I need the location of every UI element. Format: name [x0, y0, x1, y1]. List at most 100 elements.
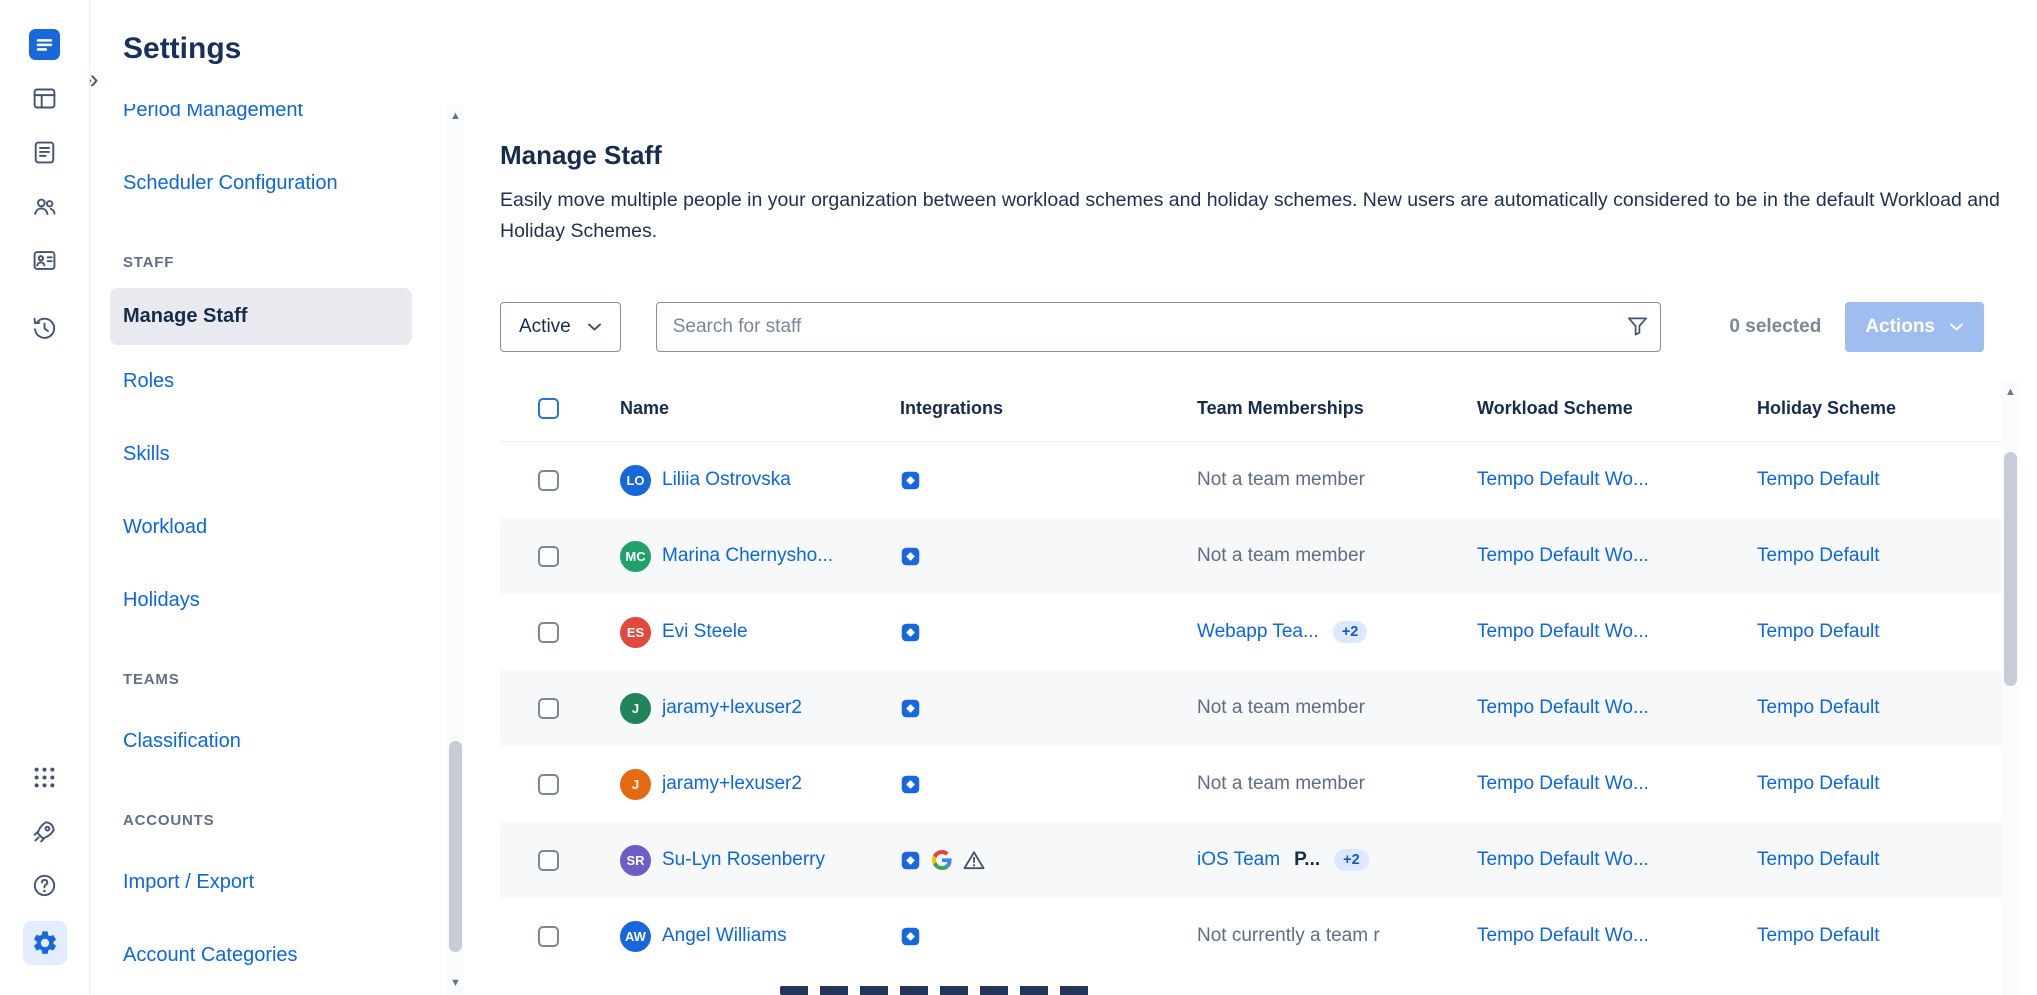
sidebar-item-skills[interactable]: Skills — [90, 418, 466, 491]
holiday-scheme-link[interactable]: Tempo Default — [1757, 469, 1880, 491]
row-checkbox[interactable] — [538, 698, 559, 719]
people-icon[interactable] — [27, 188, 63, 224]
scroll-up-icon[interactable]: ▲ — [2002, 386, 2019, 398]
row-checkbox[interactable] — [538, 774, 559, 795]
column-header-holiday-scheme: Holiday Scheme — [1737, 398, 2002, 419]
holiday-scheme-link[interactable]: Tempo Default — [1757, 773, 1880, 795]
board-icon[interactable] — [27, 80, 63, 116]
staff-name-link[interactable]: Liliia Ostrovska — [662, 469, 791, 491]
sidebar-item-workload[interactable]: Workload — [90, 491, 466, 564]
search-input[interactable] — [656, 302, 1661, 352]
row-checkbox[interactable] — [538, 850, 559, 871]
staff-name-link[interactable]: Angel Williams — [662, 925, 787, 947]
sidebar-item-classification[interactable]: Classification — [90, 705, 466, 778]
sidebar-scrollbar-thumb[interactable] — [449, 741, 462, 952]
workload-scheme-link[interactable]: Tempo Default Wo... — [1477, 925, 1649, 947]
sidebar-item-manage-staff[interactable]: Manage Staff — [110, 288, 412, 345]
staff-table-body: LO Liliia Ostrovska Not a team member Tempo… — [500, 442, 2002, 974]
team-link[interactable]: iOS Team — [1197, 849, 1280, 871]
select-all-checkbox[interactable] — [538, 398, 559, 419]
sidebar-item-staff: STAFF — [90, 236, 466, 288]
holiday-scheme-link[interactable]: Tempo Default — [1757, 621, 1880, 643]
scroll-down-icon[interactable]: ▼ — [447, 977, 464, 989]
team-count-badge[interactable]: +2 — [1334, 849, 1369, 871]
staff-name-link[interactable]: jaramy+lexuser2 — [662, 697, 802, 719]
table-row: SR Su-Lyn Rosenberry iOS Team P... +2 Tempo D… — [500, 822, 2002, 898]
clipped-text-fragment — [780, 986, 1098, 995]
selected-count: 0 selected — [1729, 316, 1821, 338]
staff-name-link[interactable]: jaramy+lexuser2 — [662, 773, 802, 795]
appbar-bottom-icons — [23, 759, 67, 965]
holiday-scheme-link[interactable]: Tempo Default — [1757, 925, 1880, 947]
status-filter-dropdown[interactable]: Active — [500, 302, 621, 352]
holiday-scheme-link[interactable]: Tempo Default — [1757, 697, 1880, 719]
jira-icon — [900, 546, 921, 567]
jira-icon — [900, 850, 921, 871]
warning-icon — [963, 850, 985, 870]
workload-scheme-link[interactable]: Tempo Default Wo... — [1477, 545, 1649, 567]
history-icon[interactable] — [27, 310, 63, 346]
settings-nav-list: Period ManagementScheduler Configuration… — [90, 104, 466, 992]
sidebar-item-teams: TEAMS — [90, 653, 466, 705]
workload-scheme-link[interactable]: Tempo Default Wo... — [1477, 621, 1649, 643]
workload-scheme-link[interactable]: Tempo Default Wo... — [1477, 773, 1649, 795]
sidebar-item-scheduler-configuration[interactable]: Scheduler Configuration — [90, 147, 466, 220]
staff-name-link[interactable]: Su-Lyn Rosenberry — [662, 849, 825, 871]
settings-nav-panel: Period ManagementScheduler Configuration… — [90, 104, 466, 995]
workload-scheme-link[interactable]: Tempo Default Wo... — [1477, 849, 1649, 871]
filter-icon[interactable] — [1626, 315, 1649, 337]
avatar: LO — [620, 465, 651, 496]
staff-toolbar: Active 0 selected Actions — [500, 302, 2002, 352]
staff-table: NameIntegrationsTeam MembershipsWorkload… — [500, 376, 2002, 974]
help-icon[interactable] — [27, 867, 63, 903]
sidebar-item-period-management[interactable]: Period Management — [90, 104, 466, 147]
table-row: Jjaramy+lexuser2Not a team memberTempo D… — [500, 746, 2002, 822]
workload-scheme-link[interactable]: Tempo Default Wo... — [1477, 697, 1649, 719]
app-grid-icon[interactable] — [27, 759, 63, 795]
avatar: AW — [620, 921, 651, 952]
table-scrollbar[interactable]: ▲ — [2002, 382, 2019, 995]
table-row: MCMarina Chernysho...Not a team memberTe… — [500, 518, 2002, 594]
column-header-team-memberships: Team Memberships — [1177, 398, 1457, 419]
page-title: Settings — [90, 0, 2037, 66]
table-row: ESEvi SteeleWebapp Tea...+2Tempo Default… — [500, 594, 2002, 670]
workload-scheme-link[interactable]: Tempo Default Wo... — [1477, 469, 1649, 491]
holiday-scheme-link[interactable]: Tempo Default — [1757, 849, 1880, 871]
avatar: SR — [620, 845, 651, 876]
jira-icon — [900, 698, 921, 719]
sidebar-item-accounts: ACCOUNTS — [90, 794, 466, 846]
sidebar-item-import-export[interactable]: Import / Export — [90, 846, 466, 919]
jira-icon — [900, 470, 921, 491]
row-checkbox[interactable] — [538, 470, 559, 491]
rocket-icon[interactable] — [27, 813, 63, 849]
actions-button[interactable]: Actions — [1845, 302, 1984, 352]
sidebar-scrollbar[interactable]: ▲ ▼ — [447, 104, 464, 995]
holiday-scheme-link[interactable]: Tempo Default — [1757, 545, 1880, 567]
settings-icon[interactable] — [23, 921, 67, 965]
sidebar-item-roles[interactable]: Roles — [90, 345, 466, 418]
column-header-integrations: Integrations — [880, 398, 1177, 419]
row-checkbox[interactable] — [538, 622, 559, 643]
jira-icon — [900, 926, 921, 947]
contact-card-icon[interactable] — [27, 242, 63, 278]
row-checkbox[interactable] — [538, 546, 559, 567]
logo-icon[interactable] — [27, 26, 63, 62]
sidebar-item-account-categories[interactable]: Account Categories — [90, 919, 466, 992]
staff-name-link[interactable]: Evi Steele — [662, 621, 748, 643]
staff-name-link[interactable]: Marina Chernysho... — [662, 545, 833, 567]
actions-button-label: Actions — [1865, 316, 1935, 338]
table-scrollbar-thumb[interactable] — [2004, 452, 2017, 686]
scroll-up-icon[interactable]: ▲ — [447, 110, 464, 122]
team-count-badge[interactable]: +2 — [1333, 621, 1368, 643]
team-link[interactable]: Webapp Tea... — [1197, 621, 1319, 643]
page-header: Settings » — [90, 0, 2037, 104]
team-membership-text: Not a team member — [1197, 469, 1365, 491]
notes-icon[interactable] — [27, 134, 63, 170]
column-header-name: Name — [600, 398, 880, 419]
column-header-workload-scheme: Workload Scheme — [1457, 398, 1737, 419]
google-icon — [932, 850, 952, 870]
table-row: Jjaramy+lexuser2Not a team memberTempo D… — [500, 670, 2002, 746]
sidebar-item-holidays[interactable]: Holidays — [90, 564, 466, 637]
row-checkbox[interactable] — [538, 926, 559, 947]
team-extra-text: P... — [1294, 849, 1320, 871]
